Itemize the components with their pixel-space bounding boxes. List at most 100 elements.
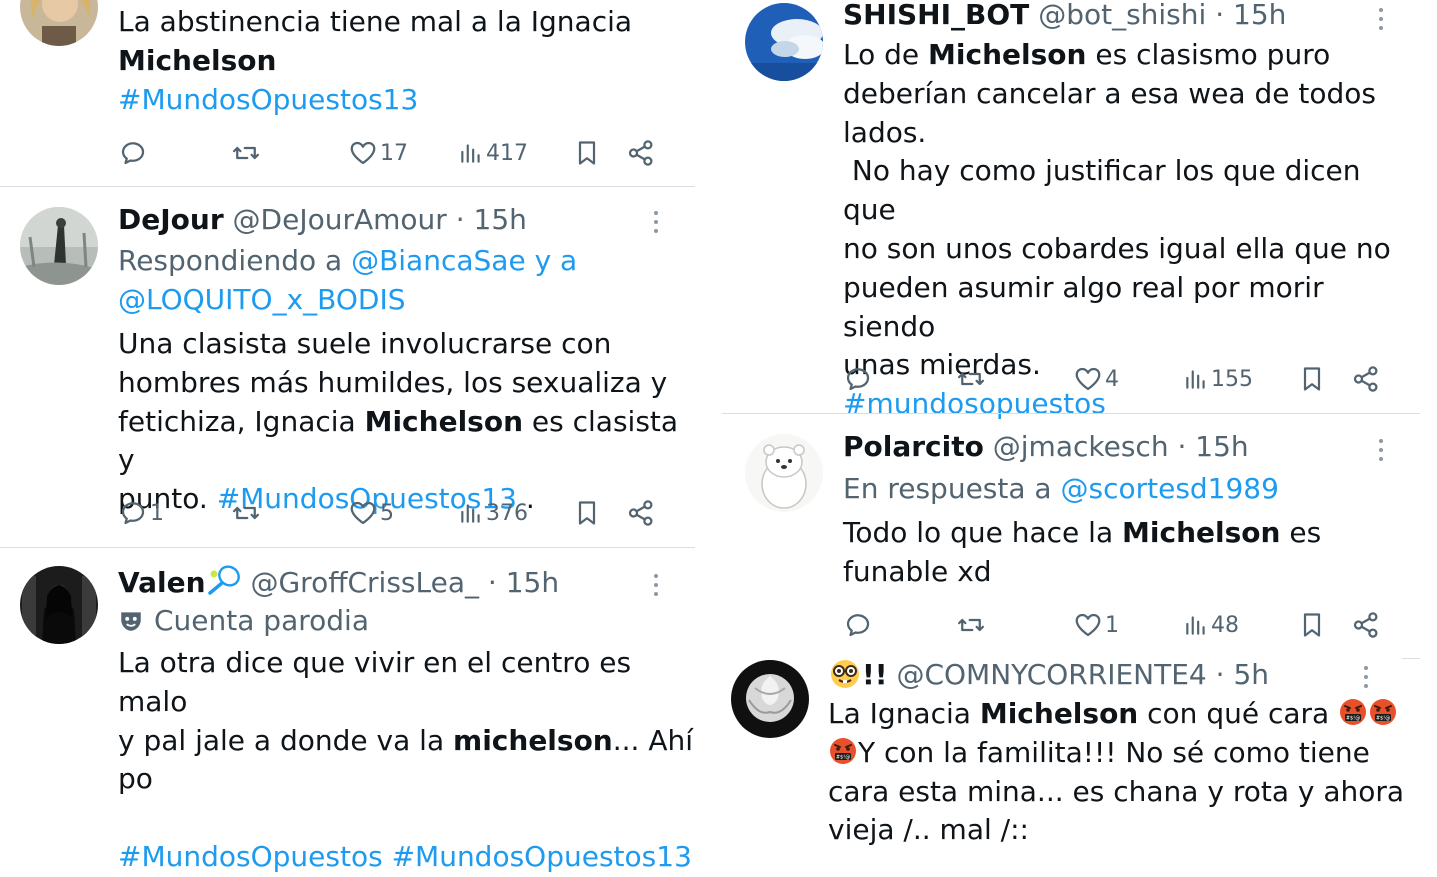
replying-to-user[interactable]: @LOQUITO_x_BODIS	[118, 283, 406, 316]
tweet-text-line: hombres más humildes, los sexualiza y	[118, 364, 695, 403]
avatar[interactable]	[745, 434, 823, 512]
share-button[interactable]	[1351, 362, 1381, 396]
retweet-icon	[958, 372, 984, 386]
handle[interactable]: @DeJourAmour	[233, 203, 447, 236]
retweet-button[interactable]	[230, 496, 262, 530]
tweet-text-line: #$!@ Y con la familita!!! No sé como tien…	[828, 734, 1404, 773]
more-options-icon[interactable]	[653, 574, 659, 601]
text-segment: lados.	[843, 115, 927, 149]
hashtag-link[interactable]: #MundosOpuestos13	[118, 83, 418, 116]
share-button[interactable]	[626, 136, 656, 170]
display-name[interactable]: SHISHI_BOT	[843, 0, 1029, 31]
view-count: 155	[1211, 366, 1253, 392]
more-options-icon[interactable]	[1363, 666, 1369, 693]
views-button[interactable]: 376	[458, 496, 528, 530]
share-button[interactable]	[626, 496, 656, 530]
retweet-button[interactable]	[230, 136, 262, 170]
timestamp[interactable]: · 15h	[488, 566, 559, 599]
display-name[interactable]: !!	[862, 658, 888, 691]
more-options-icon[interactable]	[1378, 8, 1384, 35]
views-button[interactable]: 417	[458, 136, 528, 170]
handle[interactable]: @COMNYCORRIENTE4	[896, 658, 1206, 691]
tweet[interactable]: La abstinencia tiene mal a la Ignacia Mic…	[0, 0, 695, 186]
cursing-face-emoji-icon: #$!@	[830, 737, 856, 764]
like-button[interactable]: 1	[1073, 608, 1119, 642]
timestamp[interactable]: · 15h	[1177, 430, 1248, 463]
tweet[interactable]: DeJour @DeJourAmour · 15h Respondiendo a…	[0, 187, 695, 547]
avatar[interactable]	[20, 207, 98, 285]
timestamp[interactable]: · 15h	[456, 203, 527, 236]
avatar[interactable]	[20, 566, 98, 644]
views-button[interactable]: 48	[1183, 608, 1239, 642]
view-count: 417	[486, 140, 528, 166]
display-name[interactable]: DeJour	[118, 203, 224, 236]
tweet-text: Todo lo que hace la Michelson es funable …	[843, 514, 1321, 592]
handle[interactable]: @bot_shishi	[1038, 0, 1206, 31]
tweet-text-line: Lo de Michelson es clasismo puro	[843, 36, 1420, 75]
views-icon	[461, 504, 480, 523]
like-count: 5	[380, 500, 394, 526]
replying-to-users[interactable]: @BiancaSae y a	[351, 244, 577, 277]
tweet-text-line	[118, 799, 695, 838]
text-segment: Todo lo que hace la	[843, 516, 1123, 549]
text-segment: No hay como justificar los que dicen que	[843, 154, 1370, 227]
tweet[interactable]: !! @COMNYCORRIENTE4 · 5h La Ignacia Mich…	[722, 658, 1420, 850]
heart-icon	[1075, 367, 1101, 391]
reply-button[interactable]	[843, 608, 875, 642]
handle[interactable]: @jmackesch	[993, 430, 1169, 463]
handle[interactable]: @GroffCrissLea_	[250, 566, 479, 599]
tweet[interactable]: Valen @GroffCrissLea_ · 15h Cuenta parod…	[0, 548, 695, 873]
tweet-text-line: vieja /.. mal /::	[828, 811, 1404, 850]
hashtag-link[interactable]: #MundosOpuestos #MundosOpuestos13	[118, 840, 692, 873]
text-segment: deberían cancelar a esa wea de todos	[843, 76, 1376, 110]
like-count: 17	[380, 140, 408, 166]
highlighted-term: Michelson	[118, 43, 277, 77]
replying-to-user[interactable]: @scortesd1989	[1060, 472, 1278, 505]
text-segment: es clasismo puro	[1086, 38, 1331, 71]
tweet-text-line: funable xd	[843, 553, 1321, 592]
avatar[interactable]	[20, 0, 98, 46]
bookmark-button[interactable]	[573, 496, 601, 530]
heart-icon	[350, 141, 376, 165]
more-options-icon[interactable]	[1378, 439, 1384, 466]
share-icon	[628, 140, 653, 166]
share-button[interactable]	[1351, 608, 1381, 642]
retweet-button[interactable]	[955, 362, 987, 396]
heart-icon	[350, 501, 376, 525]
retweet-icon	[958, 618, 984, 632]
views-button[interactable]: 155	[1183, 362, 1253, 396]
timestamp[interactable]: · 15h	[1215, 0, 1286, 31]
timestamp[interactable]: · 5h	[1216, 658, 1269, 691]
bookmark-icon	[578, 501, 596, 525]
share-icon	[1353, 366, 1378, 392]
reply-button[interactable]	[843, 362, 875, 396]
like-button[interactable]: 4	[1073, 362, 1119, 396]
replying-to-prefix: Respondiendo a	[118, 244, 352, 277]
bookmark-button[interactable]	[573, 136, 601, 170]
tweet-text-line: #MundosOpuestos #MundosOpuestos13	[118, 838, 695, 877]
tweet[interactable]: SHISHI_BOT @bot_shishi · 15h Lo de Miche…	[722, 0, 1420, 420]
tweet-divider	[1402, 658, 1420, 659]
text-segment: po	[118, 762, 153, 796]
more-options-icon[interactable]	[653, 211, 659, 238]
like-button[interactable]: 5	[348, 496, 394, 530]
display-name[interactable]: Valen	[118, 566, 206, 599]
reply-button[interactable]: 1	[118, 496, 164, 530]
tweet[interactable]: Polarcito @jmackesch · 15h En respuesta …	[722, 414, 1420, 660]
bookmark-button[interactable]	[1298, 362, 1326, 396]
avatar[interactable]	[745, 3, 823, 81]
text-segment: cara esta mina... es chana y rota y ahor…	[828, 774, 1405, 808]
retweet-button[interactable]	[955, 608, 987, 642]
replying-to: Respondiendo a @BiancaSae y a	[118, 242, 577, 280]
avatar[interactable]	[731, 660, 809, 738]
text-segment: es	[1280, 516, 1322, 549]
cursing-face-emoji-icon: #$!@	[1370, 699, 1397, 725]
reply-button[interactable]	[118, 136, 150, 170]
bookmark-button[interactable]	[1298, 608, 1326, 642]
tweet-header: Polarcito @jmackesch · 15h	[843, 429, 1249, 465]
display-name[interactable]: Polarcito	[843, 430, 984, 463]
text-segment: no son unos cobardes igual ella que no	[843, 231, 1391, 265]
like-button[interactable]: 17	[348, 136, 408, 170]
views-icon	[461, 144, 480, 163]
text-segment: con qué cara	[1138, 697, 1339, 730]
